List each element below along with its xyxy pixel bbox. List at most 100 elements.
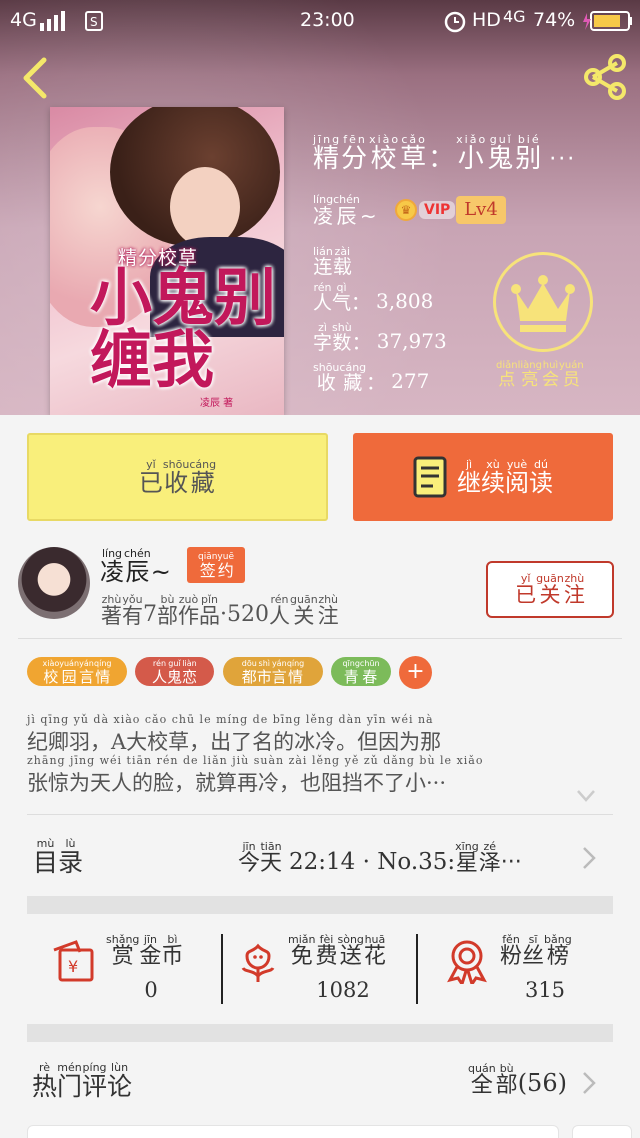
latest-chapter[interactable]: jīn 今 tiān 天 22:14 · No.35: xīng 星 zé 泽 ··· — [238, 840, 522, 876]
author-name[interactable]: líng 凌 chén 辰 ~ — [100, 547, 171, 586]
ruby-char: zhù 注 — [563, 572, 585, 607]
ruby-char: zhù 注 — [317, 593, 339, 628]
ruby-char: chén 辰 — [333, 193, 360, 228]
ruby-char: zuò 作 — [178, 593, 199, 628]
ruby-char: quán 全 — [468, 1062, 496, 1098]
ruby-char: yuán 园 — [59, 659, 80, 686]
book-header: 4G S 23:00 HD 4G 74% 精分校草 小鬼别缠我 凌辰 著 jīn… — [0, 0, 640, 415]
ruby-char: xīng 星 — [455, 840, 479, 876]
ruby-char: dōu 都 — [241, 659, 257, 686]
popularity-stat: rén 人 qì 气 ： 3,808 — [313, 282, 433, 314]
reward-fans[interactable]: fěn 粉 sī 丝 bǎng 榜 315 — [444, 934, 604, 1006]
ruby-char: fēn 分 — [341, 133, 370, 174]
ruby-char: yuán 员 — [558, 360, 584, 390]
divider — [18, 638, 622, 639]
comment-card[interactable] — [27, 1125, 559, 1138]
all-comments-label: quán 全 bù 部 — [468, 1063, 518, 1097]
synopsis-line2: 张惊为天人的脸，就算再冷，也阻挡不了小··· — [27, 771, 447, 795]
stats-separator: · — [220, 602, 227, 627]
synopsis[interactable]: jì qīng yǔ dà xiào cǎo chū le míng de bī… — [27, 714, 615, 802]
share-icon[interactable] — [580, 52, 630, 102]
chevron-down-icon[interactable] — [576, 789, 596, 803]
tag-item[interactable]: dōu 都 shì 市 yán 言 qíng 情 — [223, 657, 323, 686]
reward-coins-value: 0 — [144, 978, 158, 1002]
bookshelf-button[interactable]: yǐ 已 shōu 收 cáng 藏 — [27, 433, 328, 521]
ruby-char: rén 人 — [313, 281, 333, 314]
ruby-char: xiào 校 — [42, 659, 60, 686]
vip-label: VIP — [419, 201, 456, 219]
reward-flowers-label: miǎn 免 fèi 费 sòng 送 huā 花 — [288, 934, 386, 968]
ruby-char: shōu 收 — [313, 361, 340, 394]
ruby-char: jīn 金 — [139, 933, 162, 969]
clock: 23:00 — [300, 9, 355, 31]
book-title: jīng 精 fēn 分 xiào 校 cǎo 草 ： xiǎo 小 guǐ 鬼 bié 别 ··· — [313, 133, 577, 174]
signal-icon — [40, 11, 65, 31]
back-arrow-icon[interactable] — [16, 56, 56, 100]
tag-item[interactable]: rén 人 guǐ 鬼 liàn 恋 — [135, 657, 214, 686]
ruby-char: rén 人 — [151, 659, 167, 686]
comment-count: (56) — [517, 1069, 567, 1097]
reward-coins[interactable]: ¥ shǎng 赏 jīn 金 bì 币 0 — [50, 934, 210, 1006]
tag-item[interactable]: qīng 青 chūn 春 — [331, 657, 391, 686]
ruby-char: qíng 情 — [286, 659, 305, 686]
catalog-title[interactable]: mù 目 lù 录 — [33, 837, 83, 877]
popularity-label: rén 人 qì 气 ： — [313, 282, 370, 313]
ruby-char: ： — [351, 292, 371, 314]
divider — [416, 934, 418, 1004]
reward-flowers[interactable]: miǎn 免 fèi 费 sòng 送 huā 花 1082 — [235, 934, 415, 1006]
chevron-right-icon[interactable] — [582, 846, 596, 870]
ruby-char: yǐ 已 — [138, 458, 163, 497]
follow-button[interactable]: yǐ 已 guān 关 zhù 注 — [486, 561, 614, 618]
follow-label: yǐ 已 guān 关 zhù 注 — [515, 573, 585, 606]
section-separator — [27, 1024, 613, 1042]
ruby-char: chén 辰 — [124, 547, 151, 586]
followers-suffix: rén 人 guān 关 zhù 注 — [269, 594, 339, 627]
ruby-char: mù 目 — [33, 837, 59, 877]
vip-crown-icon: ♛ — [395, 199, 417, 221]
reward-fans-label: fěn 粉 sī 丝 bǎng 榜 — [500, 934, 572, 968]
all-comments-link[interactable]: quán 全 bù 部 (56) — [468, 1063, 567, 1098]
membership-button[interactable] — [493, 252, 593, 352]
signed-badge: qiān 签 yuē 约 — [187, 547, 245, 583]
ruby-char: bié 别 — [515, 133, 544, 174]
ruby-char: ~ — [150, 558, 171, 586]
add-tag-button[interactable]: + — [399, 656, 432, 689]
favorites-value: 277 — [391, 369, 430, 393]
ruby-char: ： — [428, 144, 457, 174]
ruby-char: píng 评 — [82, 1061, 108, 1101]
chapter-separator: · — [355, 849, 378, 875]
continue-reading-button[interactable]: jì 继 xù 续 yuè 阅 dú 读 — [353, 433, 613, 521]
comment-card[interactable] — [572, 1125, 632, 1138]
hd-indicator: HD — [472, 9, 501, 31]
works-count: 7 — [143, 602, 157, 627]
ruby-char: shōu 收 — [162, 458, 190, 497]
membership-label[interactable]: diǎn 点 liàng 亮 huì 会 yuán 员 — [496, 360, 584, 389]
reward-flowers-value: 1082 — [316, 978, 370, 1002]
chevron-right-icon[interactable] — [582, 1071, 596, 1095]
reward-coins-label: shǎng 赏 jīn 金 bì 币 — [106, 934, 183, 968]
word-count-label: zì 字 shù 数 ： — [313, 322, 371, 353]
ruby-char: guān 关 — [290, 593, 318, 628]
crown-icon — [511, 275, 575, 332]
ruby-char: rè 热 — [32, 1061, 58, 1101]
author-avatar[interactable] — [18, 547, 90, 619]
ruby-char: qiān 签 — [197, 552, 218, 580]
ruby-char: bǎng 榜 — [544, 933, 572, 969]
reward-fans-value: 315 — [524, 978, 566, 1002]
book-author[interactable]: líng 凌 chén 辰 ~ — [313, 193, 377, 228]
section-separator — [27, 896, 613, 914]
title-ellipsis: ··· — [549, 147, 577, 172]
ruby-char: pǐn 品 — [199, 593, 220, 628]
tag-item[interactable]: xiào 校 yuán 园 yán 言 qíng 情 — [27, 657, 127, 686]
ruby-char: cǎo 草 — [400, 133, 429, 174]
ruby-char: ： — [351, 332, 371, 354]
ruby-char: xiǎo 小 — [456, 133, 488, 174]
ruby-char: ~ — [359, 204, 377, 228]
medal-icon — [447, 940, 487, 984]
ruby-char: líng 凌 — [100, 547, 124, 586]
network-indicator: 4G — [10, 9, 37, 31]
cover-title: 小鬼别缠我 — [90, 261, 277, 396]
book-cover[interactable]: 精分校草 小鬼别缠我 凌辰 著 — [50, 107, 284, 415]
svg-text:S: S — [90, 15, 98, 29]
word-count-value: 37,973 — [376, 329, 447, 353]
